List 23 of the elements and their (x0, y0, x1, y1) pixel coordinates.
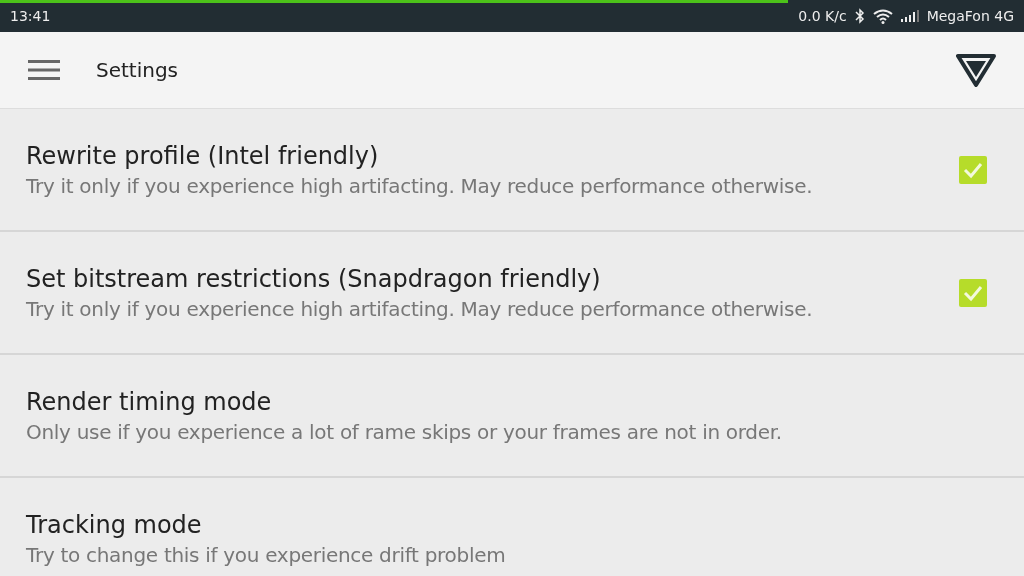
screen-title: Settings (96, 58, 180, 82)
setting-row[interactable]: Set bitstream restrictions (Snapdragon friendly) Try it only if you experience high artifacting. May reduce performance otherwise. (0, 232, 1024, 355)
menu-icon[interactable] (28, 59, 60, 81)
triangle-logo-icon[interactable] (956, 53, 996, 87)
setting-title: Set bitstream restrictions (Snapdragon friendly) (26, 264, 602, 293)
setting-summary: Try it only if you experience high artifacting. May reduce performance otherwise. (26, 173, 814, 198)
signal-icon (900, 10, 919, 22)
setting-title: Render timing mode (26, 387, 273, 416)
clock-text: 13:41 (10, 8, 51, 24)
checkbox[interactable] (959, 278, 987, 307)
checkbox[interactable] (959, 155, 987, 184)
setting-row[interactable]: Rewrite profile (Intel friendly) Try it only if you experience high artifacting. May reduce performance otherwise. (0, 109, 1024, 232)
setting-row[interactable]: Render timing mode Only use if you experience a lot of rame skips or your frames are not in order. (0, 355, 1024, 478)
setting-title: Rewrite profile (Intel friendly) (26, 141, 380, 170)
network-speed-text: 0.0 K/c (798, 8, 847, 24)
setting-row[interactable]: Tracking mode Try to change this if you experience drift problem (0, 478, 1024, 576)
wifi-icon (872, 8, 893, 24)
setting-title: Tracking mode (26, 510, 203, 539)
setting-summary: Only use if you experience a lot of rame skips or your frames are not in order. (26, 419, 783, 444)
bluetooth-icon (854, 8, 865, 24)
setting-summary: Try to change this if you experience drift problem (26, 542, 507, 567)
carrier-text: MegaFon 4G (926, 8, 1014, 24)
setting-summary: Try it only if you experience high artifacting. May reduce performance otherwise. (26, 296, 814, 321)
